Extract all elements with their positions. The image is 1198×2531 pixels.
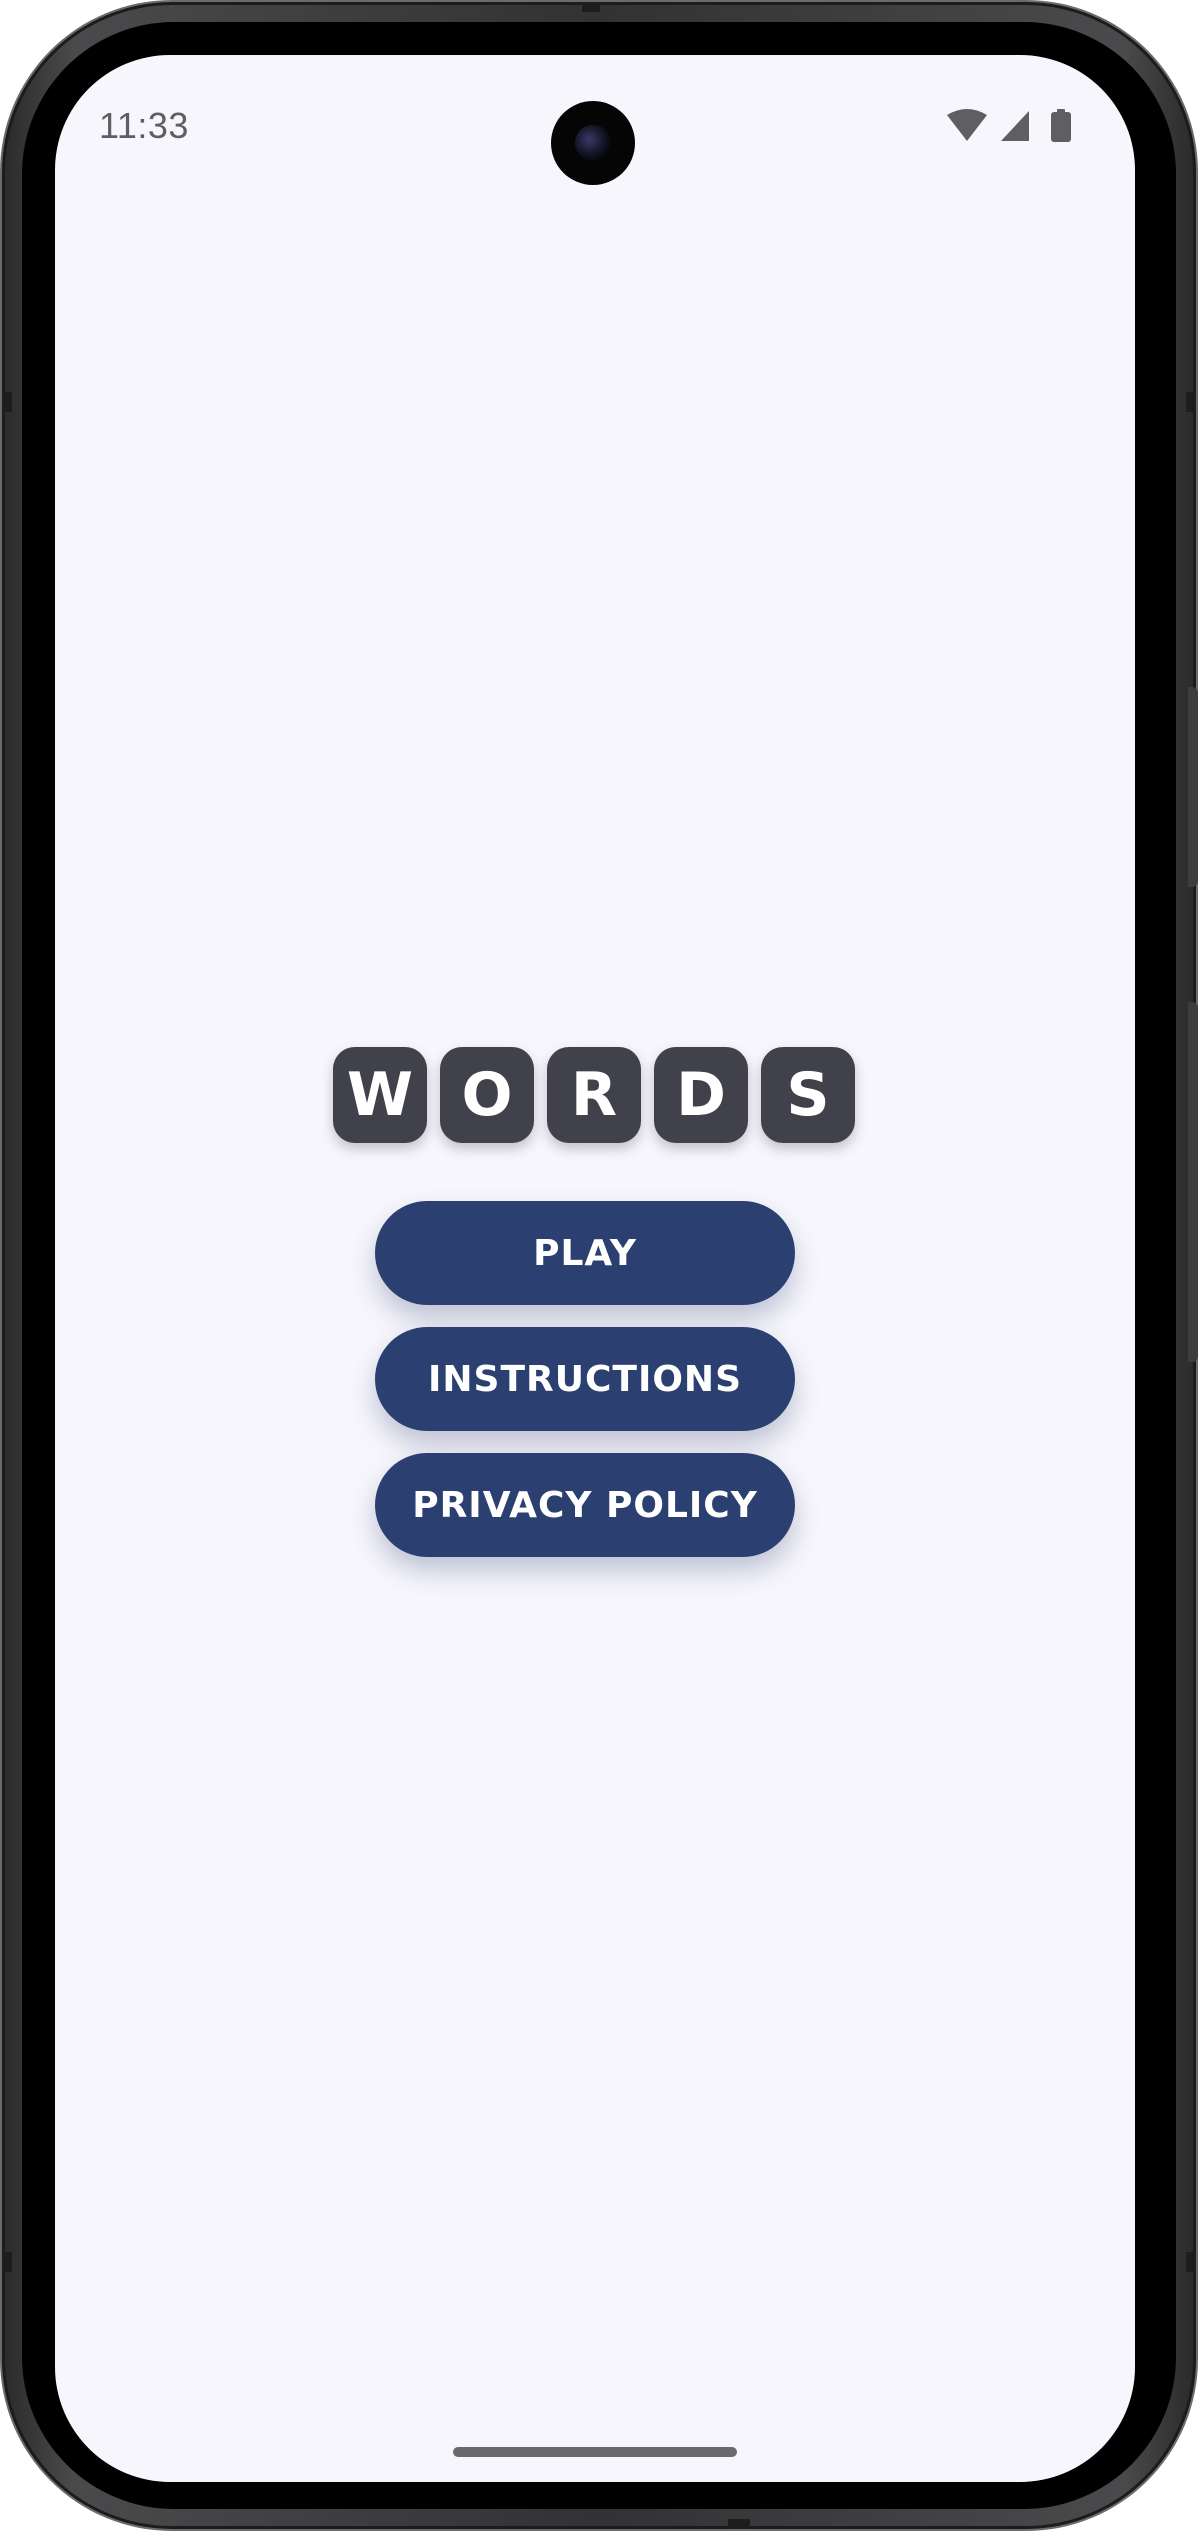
home-indicator[interactable] [453, 2447, 737, 2457]
logo-tile: D [654, 1047, 748, 1143]
antenna-line [2, 392, 12, 412]
words-logo: W O R D S [333, 1047, 857, 1143]
logo-tile: S [761, 1047, 855, 1143]
play-button[interactable]: PLAY [375, 1201, 795, 1305]
logo-tile: O [440, 1047, 534, 1143]
logo-tile: R [547, 1047, 641, 1143]
power-button [1188, 687, 1198, 887]
status-bar: 11:33 [55, 55, 1135, 205]
antenna-line [2, 2252, 12, 2272]
antenna-line [582, 2, 600, 12]
volume-button [1188, 1002, 1198, 1362]
antenna-line [1186, 2252, 1196, 2272]
app-screen: 11:33 W O R D S PLAY INSTRUCTIONS PRIVAC… [55, 55, 1135, 2482]
front-camera-icon [551, 101, 635, 185]
status-icons [947, 109, 1071, 142]
camera-lens [575, 125, 611, 161]
cell-signal-icon [1001, 111, 1029, 141]
antenna-line [728, 2519, 750, 2529]
privacy-policy-button[interactable]: PRIVACY POLICY [375, 1453, 795, 1557]
wifi-icon [947, 109, 987, 141]
logo-tile: W [333, 1047, 427, 1143]
instructions-button[interactable]: INSTRUCTIONS [375, 1327, 795, 1431]
antenna-line [1186, 392, 1196, 412]
battery-icon [1051, 109, 1071, 142]
status-time: 11:33 [99, 105, 189, 146]
